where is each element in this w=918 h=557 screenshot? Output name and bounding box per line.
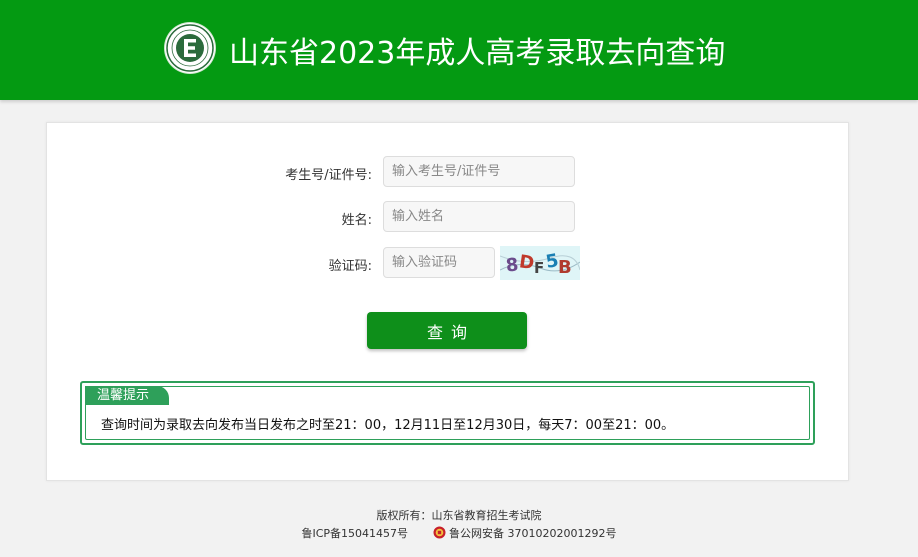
notice-box: 温馨提示 查询时间为录取去向发布当日发布之时至21：00，12月11日至12月3… (80, 381, 815, 445)
page-title: 山东省2023年成人高考录取去向查询 (229, 36, 726, 71)
captcha-input[interactable] (383, 247, 495, 278)
name-label: 姓名: (341, 213, 372, 228)
svg-text:F: F (534, 259, 544, 277)
notice-title: 温馨提示 (85, 386, 170, 405)
footer-records: 鲁ICP备15041457号 鲁公网安备 37010202001292号 (0, 525, 918, 541)
name-input[interactable] (383, 201, 575, 232)
exam-id-label: 考生号/证件号: (285, 168, 372, 183)
footer-copyright: 版权所有：山东省教育招生考试院 (376, 509, 542, 522)
site-header: 山东省2023年成人高考录取去向查询 (0, 0, 918, 100)
captcha-label: 验证码: (328, 259, 372, 274)
svg-text:8: 8 (505, 254, 520, 276)
query-button[interactable]: 查询 (367, 312, 527, 349)
notice-text: 查询时间为录取去向发布当日发布之时至21：00，12月11日至12月30日，每天… (101, 418, 675, 433)
svg-text:D: D (518, 251, 536, 274)
captcha-image[interactable]: 8 D F 5 B (499, 246, 581, 280)
icp-link[interactable]: 鲁ICP备15041457号 (301, 527, 408, 540)
exam-id-input[interactable] (383, 156, 575, 187)
police-badge-icon (433, 526, 446, 539)
captcha-graphic: 8 D F 5 B (499, 246, 581, 280)
exam-authority-seal-icon (165, 23, 215, 73)
query-panel: 考生号/证件号: 姓名: 验证码: 8 D F 5 B 查询 温馨提示 查询时间… (46, 122, 849, 481)
police-record-link[interactable]: 鲁公网安备 37010202001292号 (449, 527, 616, 540)
svg-text:B: B (558, 257, 572, 278)
